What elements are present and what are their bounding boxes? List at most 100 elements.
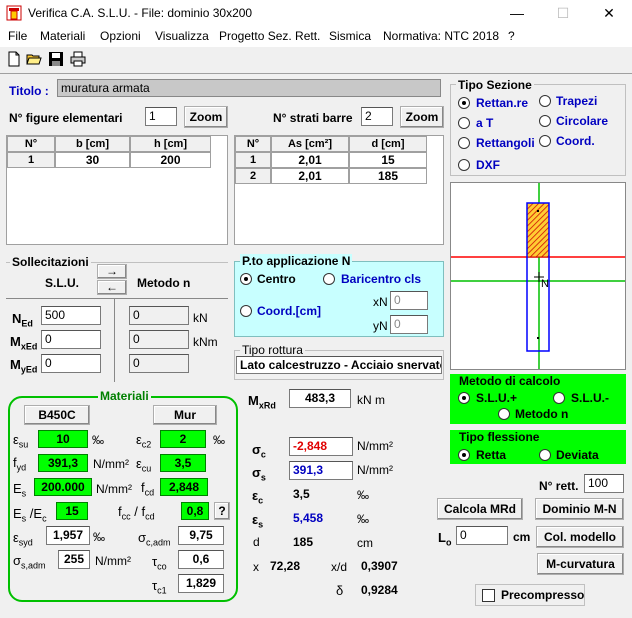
- table-row-header[interactable]: 1: [235, 152, 271, 168]
- radio-metodo-n[interactable]: [498, 408, 510, 420]
- menu-progetto[interactable]: Progetto Sez. Rett.: [219, 29, 320, 43]
- precompresso-checkbox[interactable]: [482, 589, 495, 602]
- figure-count-input[interactable]: 1: [145, 107, 177, 126]
- arrow-left-button[interactable]: ←: [97, 280, 127, 295]
- open-folder-icon[interactable]: [26, 51, 42, 67]
- radio-centro[interactable]: [240, 273, 252, 285]
- sc-adm-value[interactable]: 9,75: [178, 526, 224, 545]
- ss-adm-value[interactable]: 255: [58, 550, 90, 569]
- sc-label: σc: [252, 442, 266, 460]
- help-button[interactable]: ?: [214, 502, 230, 520]
- new-file-icon[interactable]: [6, 51, 22, 67]
- fcd-value[interactable]: 2,848: [160, 478, 208, 496]
- table-cell[interactable]: 30: [55, 152, 130, 168]
- radio-baricentro[interactable]: [323, 273, 335, 285]
- radio-rettanre[interactable]: [458, 97, 470, 109]
- arrow-right-icon: →: [106, 264, 118, 278]
- table-cell[interactable]: 200: [130, 152, 211, 168]
- col-modello-button[interactable]: Col. modello: [536, 526, 624, 548]
- table-cell[interactable]: 185: [349, 168, 427, 184]
- titolo-input[interactable]: muratura armata: [57, 79, 441, 97]
- n-mx-input[interactable]: 0: [129, 330, 189, 349]
- esyd-label: εsyd: [13, 530, 33, 548]
- strati-zoom-button[interactable]: Zoom: [400, 106, 444, 128]
- table-cell[interactable]: 2,01: [271, 152, 349, 168]
- dominio-mn-button[interactable]: Dominio M-N: [535, 498, 624, 520]
- lo-input[interactable]: 0: [456, 526, 508, 545]
- radio-rettangoli[interactable]: [458, 137, 470, 149]
- n-my-input[interactable]: 0: [129, 354, 189, 373]
- sollecitazioni-vdivider: [114, 298, 115, 382]
- figure-zoom-button[interactable]: Zoom: [184, 106, 228, 128]
- menu-visualizza[interactable]: Visualizza: [155, 29, 209, 43]
- table-row-header[interactable]: 1: [7, 152, 55, 168]
- m-curvatura-button[interactable]: M-curvatura: [537, 553, 624, 575]
- table-row-header[interactable]: 2: [235, 168, 271, 184]
- tc1-label: τc1: [152, 578, 167, 596]
- ecu-label: εcu: [136, 456, 152, 474]
- x-value: 72,28: [270, 559, 301, 573]
- slu-label: S.L.U.: [45, 276, 80, 290]
- radio-retta[interactable]: [458, 449, 470, 461]
- yn-input[interactable]: 0: [390, 315, 428, 334]
- esyd-value: 1,957: [46, 526, 90, 545]
- myed-input[interactable]: 0: [41, 354, 101, 373]
- ned-input[interactable]: 500: [41, 306, 101, 325]
- es-result-label: εs: [252, 512, 264, 530]
- radio-slu-minus-label: S.L.U.-: [571, 391, 609, 405]
- menu-opzioni[interactable]: Opzioni: [100, 29, 141, 43]
- es-ec-value[interactable]: 15: [56, 502, 88, 520]
- tco-value[interactable]: 0,6: [178, 550, 224, 569]
- title-bar: Verifica C.A. S.L.U. - File: dominio 30x…: [0, 0, 632, 27]
- steel-button[interactable]: B450C: [24, 405, 90, 425]
- radio-circolare[interactable]: [539, 115, 551, 127]
- print-icon[interactable]: [70, 51, 86, 67]
- menu-sismica[interactable]: Sismica: [329, 29, 371, 43]
- table-cell[interactable]: 2,01: [271, 168, 349, 184]
- radio-dxf[interactable]: [458, 159, 470, 171]
- menu-file[interactable]: File: [8, 29, 27, 43]
- ec-unit: ‰: [357, 488, 369, 502]
- arrow-right-button[interactable]: →: [97, 264, 127, 279]
- table-cell[interactable]: 15: [349, 152, 427, 168]
- tipo-flessione-title: Tipo flessione: [457, 430, 542, 444]
- save-icon[interactable]: [48, 51, 64, 67]
- radio-slu-plus[interactable]: [458, 392, 470, 404]
- nrett-label: N° rett.: [539, 479, 579, 493]
- arrow-left-icon: ←: [106, 280, 118, 294]
- concrete-button[interactable]: Mur: [153, 405, 217, 425]
- radio-slu-minus[interactable]: [553, 392, 565, 404]
- n-n-input[interactable]: 0: [129, 306, 189, 325]
- radio-coord-cm[interactable]: [240, 305, 252, 317]
- radio-at[interactable]: [458, 117, 470, 129]
- radio-baricentro-label: Baricentro cls: [341, 272, 422, 286]
- strati-count-input[interactable]: 2: [361, 107, 393, 126]
- calcola-mrd-button[interactable]: Calcola MRd: [437, 498, 523, 520]
- radio-coord-cm-label: Coord.[cm]: [257, 304, 321, 318]
- sc-adm-label: σc,adm: [138, 530, 171, 548]
- fcc-fcd-value[interactable]: 0,8: [181, 502, 209, 520]
- radio-deviata[interactable]: [539, 449, 551, 461]
- radio-coord[interactable]: [539, 135, 551, 147]
- sollecitazioni-title: Sollecitazioni: [10, 255, 91, 269]
- mxed-input[interactable]: 0: [41, 330, 101, 349]
- ss-adm-unit: N/mm²: [95, 554, 131, 568]
- ec2-value[interactable]: 2: [160, 430, 206, 448]
- minimize-button[interactable]: —: [494, 0, 540, 27]
- xn-input[interactable]: 0: [390, 291, 428, 310]
- radio-metodo-n-label: Metodo n: [515, 407, 569, 421]
- radio-trapezi[interactable]: [539, 95, 551, 107]
- close-button[interactable]: ✕: [586, 0, 632, 27]
- menu-help[interactable]: ?: [508, 29, 515, 43]
- menu-normativa[interactable]: Normativa: NTC 2018: [383, 29, 499, 43]
- menu-materiali[interactable]: Materiali: [40, 29, 85, 43]
- esu-value[interactable]: 10: [38, 430, 88, 448]
- es-value[interactable]: 200.000: [34, 478, 92, 496]
- ecu-value[interactable]: 3,5: [160, 454, 206, 472]
- maximize-button[interactable]: ☐: [540, 0, 586, 27]
- tc1-value[interactable]: 1,829: [178, 574, 224, 593]
- esu-label: εsu: [13, 432, 29, 450]
- fyd-value[interactable]: 391,3: [38, 454, 88, 472]
- nrett-input[interactable]: 100: [584, 474, 624, 493]
- radio-at-label: a T: [476, 116, 494, 130]
